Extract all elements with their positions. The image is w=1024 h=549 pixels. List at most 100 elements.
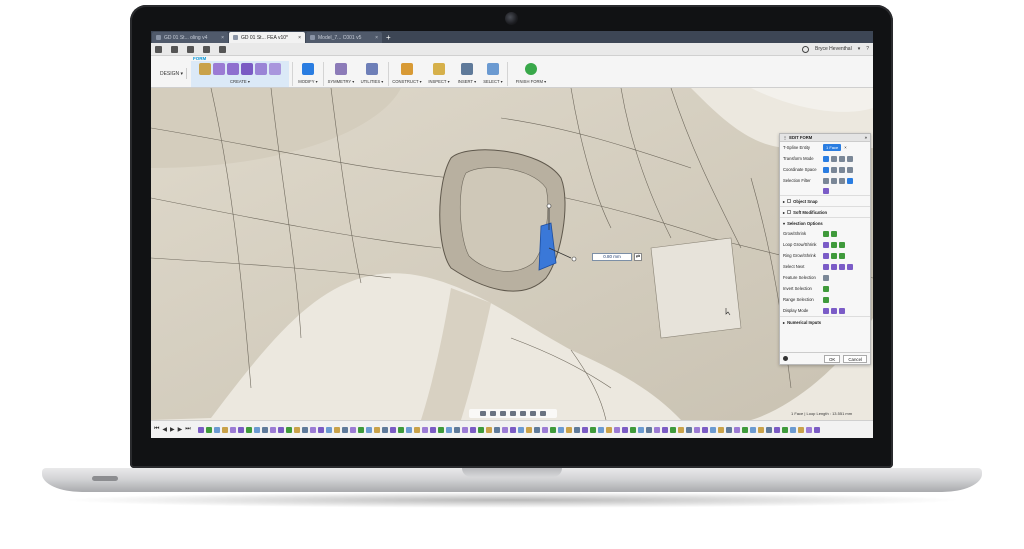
finish-form-group[interactable]: FINISH FORM ▾ [511,61,551,87]
timeline-feature-icon[interactable] [349,426,356,433]
finish-form-menu-label[interactable]: FINISH FORM ▾ [516,79,546,84]
timeline-feature-icon[interactable] [757,426,764,433]
timeline-feature-icon[interactable] [229,426,236,433]
create-group[interactable]: CREATE ▾ [191,61,289,87]
timeline-feature-icon[interactable] [781,426,788,433]
timeline-feature-icon[interactable] [493,426,500,433]
timeline-feature-icon[interactable] [741,426,748,433]
timeline-feature-icon[interactable] [301,426,308,433]
clock-icon[interactable] [802,45,810,53]
insert-image-icon[interactable] [461,62,473,75]
timeline-feature-icon[interactable] [293,426,300,433]
next-loop-icon[interactable] [847,263,853,270]
timeline-feature-icon[interactable] [669,426,676,433]
timeline-feature-icon[interactable] [581,426,588,433]
symmetry-icon[interactable] [335,62,347,75]
ring-grow-alt-icon[interactable] [831,252,837,259]
select-cursor-icon[interactable] [487,62,499,75]
zoom-icon[interactable] [500,411,506,416]
timeline-feature-icon[interactable] [709,426,716,433]
manipulator-handle[interactable] [571,256,577,262]
timeline-feature-icon[interactable] [285,426,292,433]
timeline-feature-icon[interactable] [309,426,316,433]
new-tab-button[interactable]: + [386,32,391,43]
insert-menu-label[interactable]: INSERT ▾ [458,79,476,84]
timeline-feature-icon[interactable] [277,426,284,433]
timeline-feature-icon[interactable] [477,426,484,433]
timeline-feature-icon[interactable] [813,426,820,433]
timeline-feature-icon[interactable] [365,426,372,433]
parallel-space-icon[interactable] [847,166,853,173]
vertex-filter-icon[interactable] [823,177,829,184]
panel-collapse-icon[interactable]: » [865,135,867,140]
timeline-feature-icon[interactable] [333,426,340,433]
tspline-entity-selection[interactable]: 1 Face [823,144,842,151]
construct-group[interactable]: CONSTRUCT ▾ [391,61,423,87]
timeline-feature-icon[interactable] [573,426,580,433]
timeline-feature-icon[interactable] [261,426,268,433]
document-tab-2[interactable]: GD 01 St... FEA v10* × [229,32,305,43]
close-icon[interactable]: × [298,35,301,41]
construct-menu-label[interactable]: CONSTRUCT ▾ [392,79,421,84]
user-menu-caret[interactable]: ▾ [858,46,861,52]
utilities-icon[interactable] [366,62,378,75]
timeline-feature-icon[interactable] [373,426,380,433]
timeline-feature-icon[interactable] [645,426,652,433]
modify-group[interactable]: MODIFY ▾ [296,61,320,87]
timeline-feature-icon[interactable] [749,426,756,433]
box-mode-icon[interactable] [823,307,829,314]
quadball-icon[interactable] [269,62,281,75]
pan-icon[interactable] [490,411,496,416]
fit-icon[interactable] [510,411,516,416]
timeline-feature-icon[interactable] [597,426,604,433]
timeline-feature-icon[interactable] [461,426,468,433]
inspect-menu-label[interactable]: INSPECT ▾ [428,79,449,84]
timeline-feature-icon[interactable] [685,426,692,433]
timeline-feature-icon[interactable] [213,426,220,433]
timeline-feature-icon[interactable] [437,426,444,433]
scale-icon[interactable] [847,155,853,162]
measure-icon[interactable] [433,62,445,75]
expand-icon[interactable]: ▸ [783,199,785,204]
edit-form-icon[interactable] [302,62,314,75]
next-face-icon[interactable] [839,263,845,270]
redo-icon[interactable] [219,45,226,53]
timeline-feature-icon[interactable] [317,426,324,433]
loop-shrink-icon[interactable] [839,241,845,248]
timeline-feature-icon[interactable] [613,426,620,433]
timeline-feature-icon[interactable] [557,426,564,433]
save-icon[interactable] [187,45,194,53]
timeline-feature-icon[interactable] [509,426,516,433]
timeline-feature-icon[interactable] [637,426,644,433]
close-icon[interactable]: × [221,35,224,41]
ring-grow-icon[interactable] [823,252,829,259]
range-selection-icon[interactable] [823,296,829,303]
help-icon[interactable]: ? [866,46,869,52]
grid-settings-icon[interactable] [530,411,536,416]
document-tab-1[interactable]: GD 01 St... oling v4 × [152,32,228,43]
timeline-feature-icon[interactable] [221,426,228,433]
body-filter-icon[interactable] [823,187,829,194]
undo-icon[interactable] [203,45,210,53]
timeline-feature-icon[interactable] [269,426,276,433]
grow-icon[interactable] [823,230,829,237]
timeline-feature-icon[interactable] [397,426,404,433]
timeline-feature-icon[interactable] [589,426,596,433]
select-group[interactable]: SELECT ▾ [482,61,504,87]
next-vertex-icon[interactable] [823,263,829,270]
timeline-feature-icon[interactable] [517,426,524,433]
control-frame-icon[interactable] [831,307,837,314]
soft-modification-checkbox[interactable] [787,210,792,214]
modify-menu-label[interactable]: MODIFY ▾ [298,79,317,84]
create-menu-label[interactable]: CREATE ▾ [230,79,250,84]
box-icon[interactable] [199,62,211,75]
timeline-feature-icon[interactable] [453,426,460,433]
timeline-feature-icon[interactable] [197,426,204,433]
user-name[interactable]: Bryce Heventhal [815,46,852,52]
object-snap-section[interactable]: ▸ Object Snap [780,195,870,206]
timeline-feature-icon[interactable] [605,426,612,433]
timeline-feature-icon[interactable] [733,426,740,433]
timeline-feature-icon[interactable] [413,426,420,433]
plane-icon[interactable] [213,62,225,75]
dimension-input[interactable]: 0.80 mm [592,253,632,261]
